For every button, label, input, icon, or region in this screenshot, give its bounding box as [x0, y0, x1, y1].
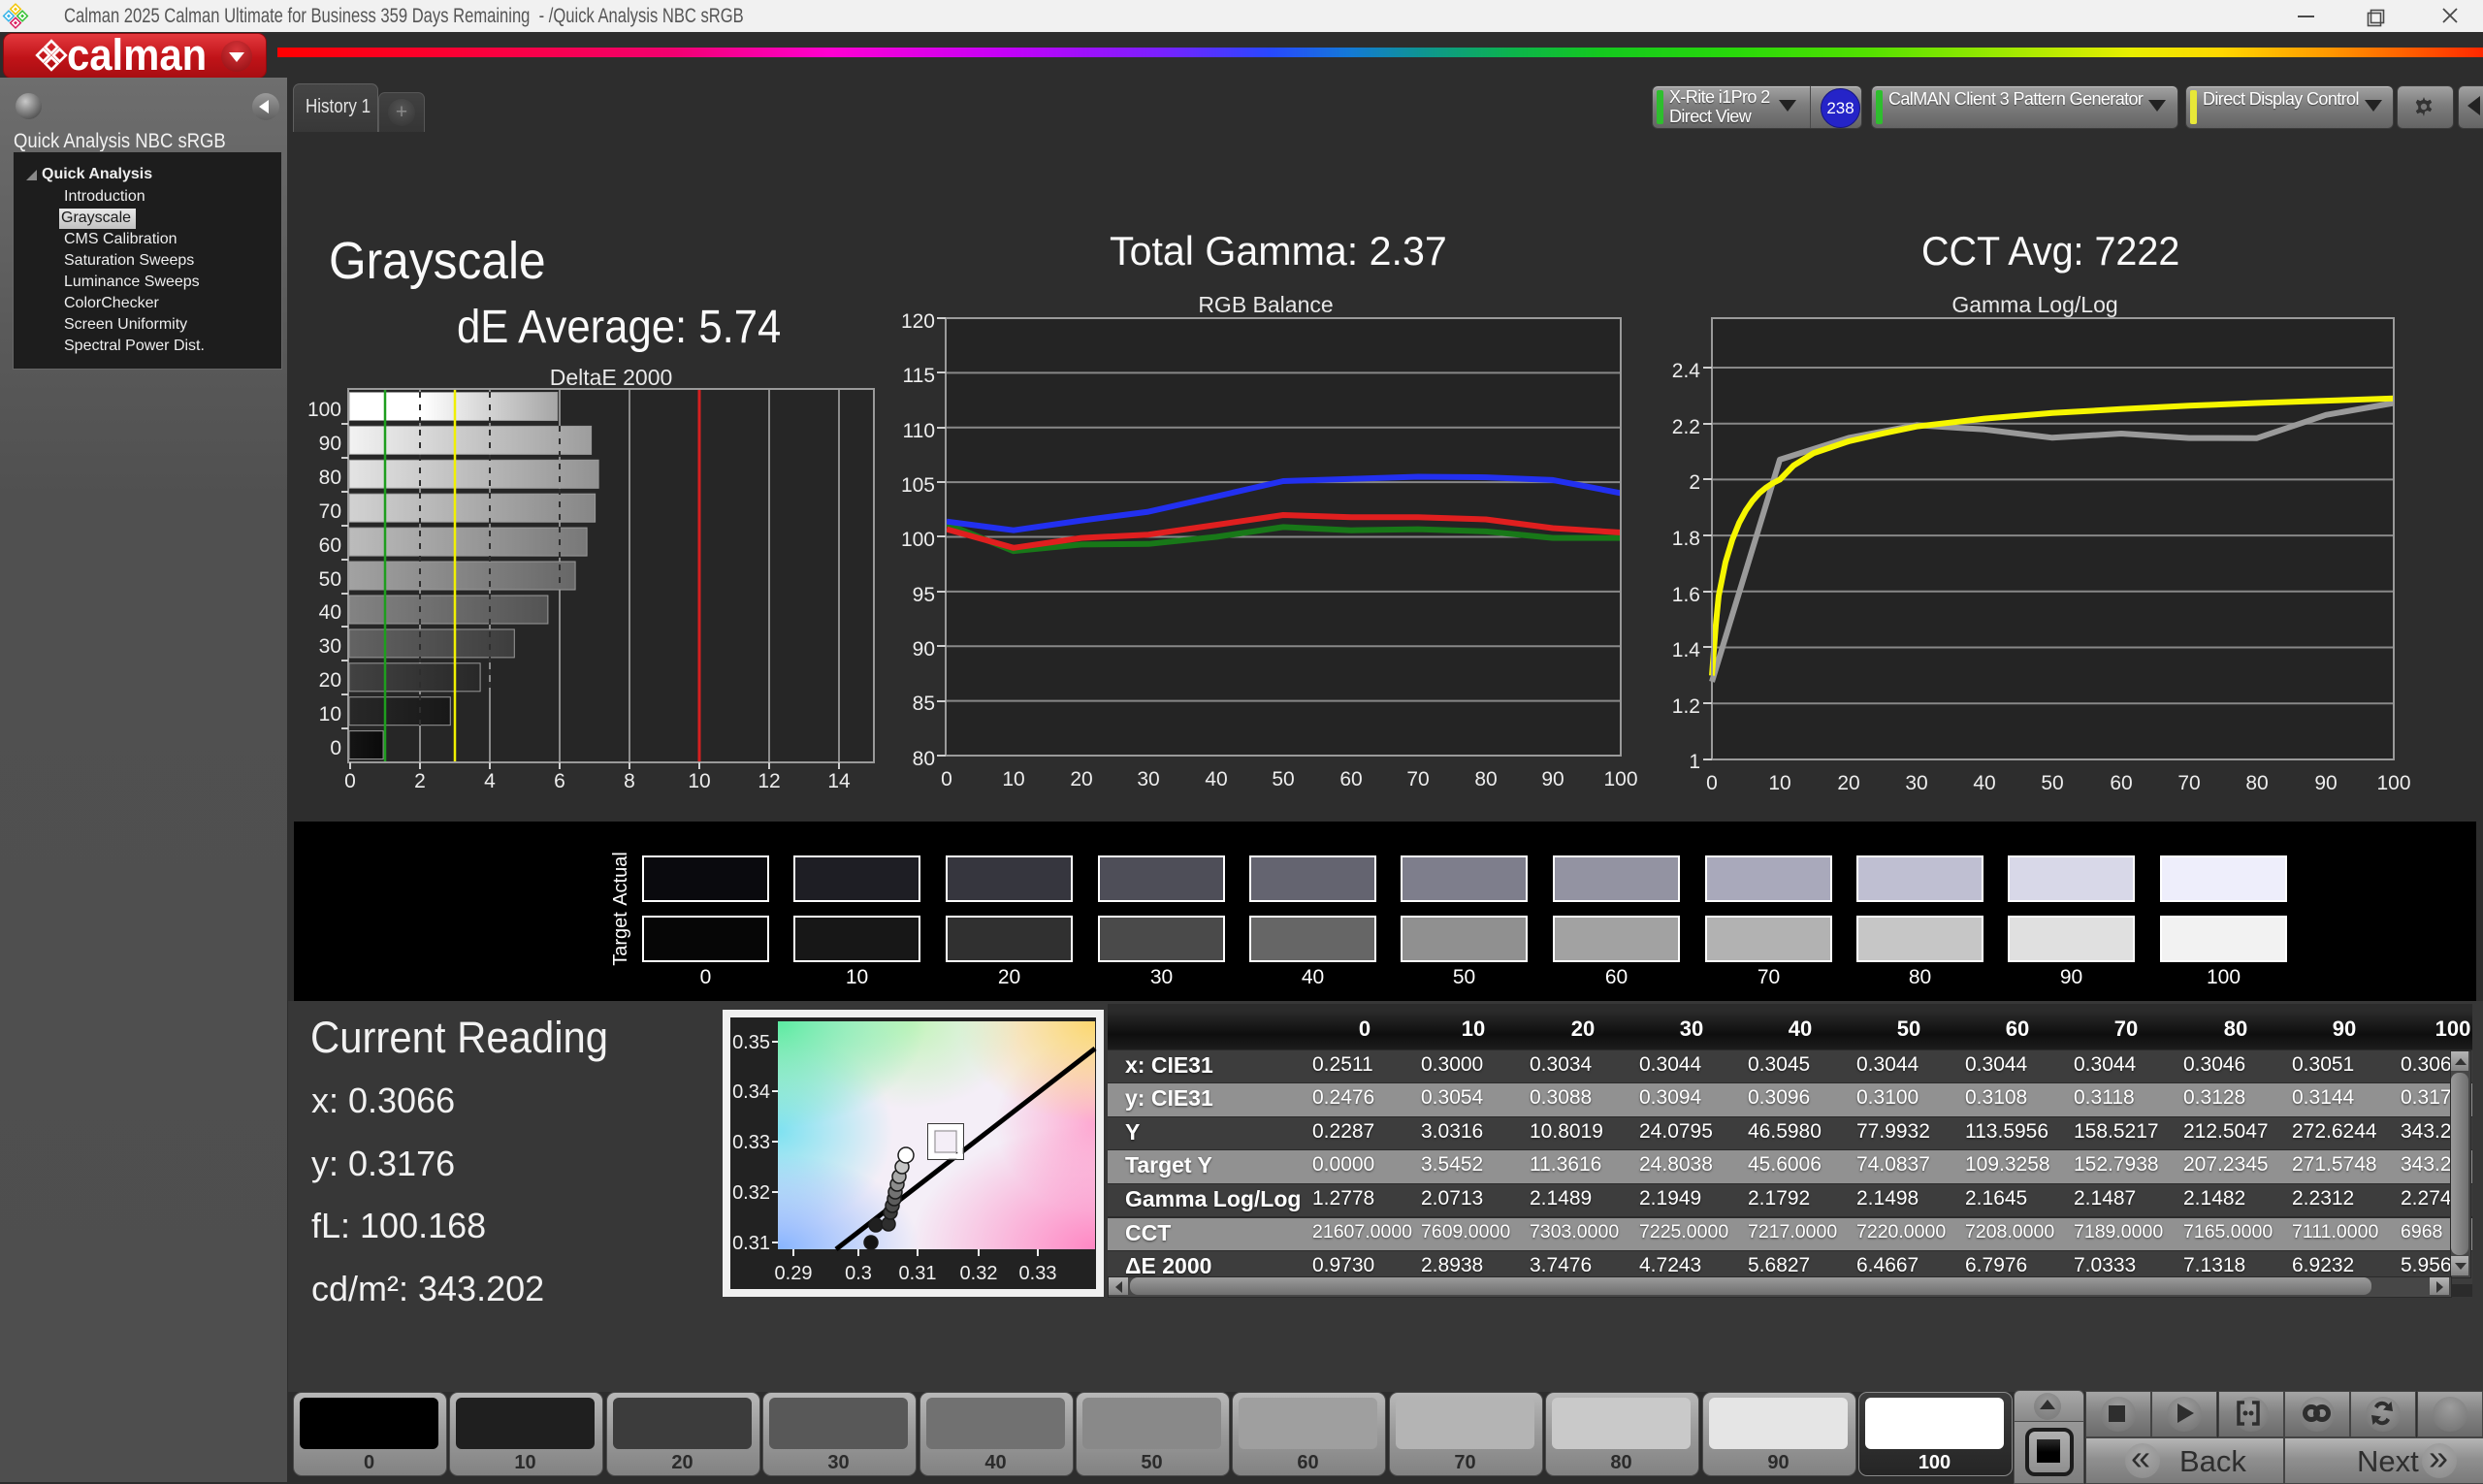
svg-text:20: 20 — [319, 669, 341, 692]
svg-text:60: 60 — [1339, 768, 1362, 790]
svg-text:100: 100 — [1603, 768, 1637, 790]
svg-text:1.6: 1.6 — [1672, 584, 1700, 606]
svg-text:100: 100 — [2376, 772, 2410, 794]
svg-text:2: 2 — [1689, 471, 1700, 494]
svg-text:0.3: 0.3 — [845, 1263, 872, 1284]
svg-text:30: 30 — [319, 635, 341, 658]
svg-text:105: 105 — [901, 474, 935, 497]
svg-text:40: 40 — [319, 601, 341, 624]
svg-text:90: 90 — [1541, 768, 1564, 790]
svg-text:50: 50 — [2041, 772, 2063, 794]
svg-text:1.2: 1.2 — [1672, 695, 1700, 718]
svg-text:0.34: 0.34 — [732, 1081, 770, 1103]
svg-text:20: 20 — [1837, 772, 1859, 794]
svg-text:2.4: 2.4 — [1672, 360, 1701, 382]
svg-text:0: 0 — [344, 770, 356, 792]
svg-text:70: 70 — [1406, 768, 1429, 790]
svg-text:90: 90 — [319, 433, 341, 455]
svg-text:90: 90 — [2314, 772, 2337, 794]
svg-text:70: 70 — [2177, 772, 2200, 794]
svg-text:20: 20 — [1070, 768, 1092, 790]
svg-text:DeltaE 2000: DeltaE 2000 — [550, 365, 673, 390]
svg-text:110: 110 — [903, 420, 935, 442]
svg-text:90: 90 — [913, 638, 935, 661]
svg-text:80: 80 — [319, 467, 341, 489]
svg-text:50: 50 — [1272, 768, 1294, 790]
svg-text:0.29: 0.29 — [775, 1263, 813, 1284]
svg-text:30: 30 — [1137, 768, 1159, 790]
svg-text:0.33: 0.33 — [1019, 1263, 1057, 1284]
svg-text:30: 30 — [1905, 772, 1927, 794]
svg-text:115: 115 — [903, 365, 935, 387]
svg-text:10: 10 — [1002, 768, 1024, 790]
svg-text:95: 95 — [913, 584, 935, 606]
svg-text:1: 1 — [1689, 751, 1700, 773]
svg-text:80: 80 — [913, 748, 935, 770]
svg-text:0.35: 0.35 — [732, 1032, 770, 1053]
svg-text:0.31: 0.31 — [732, 1233, 770, 1254]
svg-text:Gamma Log/Log: Gamma Log/Log — [1951, 292, 2117, 317]
svg-text:RGB Balance: RGB Balance — [1198, 292, 1333, 317]
svg-text:0: 0 — [1706, 772, 1718, 794]
svg-text:2: 2 — [414, 770, 426, 792]
svg-text:4: 4 — [484, 770, 496, 792]
svg-text:100: 100 — [307, 399, 341, 421]
svg-text:120: 120 — [901, 310, 935, 333]
svg-text:100: 100 — [901, 529, 935, 551]
svg-text:70: 70 — [319, 500, 341, 523]
svg-text:8: 8 — [624, 770, 635, 792]
svg-text:60: 60 — [2110, 772, 2132, 794]
svg-text:0.31: 0.31 — [899, 1263, 937, 1284]
svg-text:60: 60 — [319, 534, 341, 557]
svg-text:0: 0 — [941, 768, 952, 790]
svg-text:Target: Target — [610, 912, 631, 966]
svg-text:10: 10 — [319, 703, 341, 726]
svg-text:1.4: 1.4 — [1672, 639, 1701, 661]
svg-text:0: 0 — [330, 737, 341, 759]
svg-text:50: 50 — [319, 568, 341, 591]
svg-text:85: 85 — [913, 693, 935, 715]
svg-text:40: 40 — [1205, 768, 1227, 790]
svg-text:0.32: 0.32 — [732, 1182, 770, 1204]
svg-text:0.32: 0.32 — [960, 1263, 998, 1284]
svg-text:80: 80 — [2245, 772, 2268, 794]
svg-text:0.33: 0.33 — [732, 1132, 770, 1153]
svg-text:80: 80 — [1474, 768, 1497, 790]
svg-text:2.2: 2.2 — [1672, 416, 1700, 438]
svg-text:10: 10 — [1768, 772, 1790, 794]
svg-text:6: 6 — [554, 770, 565, 792]
svg-text:14: 14 — [827, 770, 851, 792]
svg-text:12: 12 — [758, 770, 780, 792]
svg-text:1.8: 1.8 — [1672, 528, 1700, 550]
svg-text:40: 40 — [1973, 772, 1995, 794]
svg-text:Actual: Actual — [610, 852, 631, 906]
svg-text:10: 10 — [688, 770, 710, 792]
